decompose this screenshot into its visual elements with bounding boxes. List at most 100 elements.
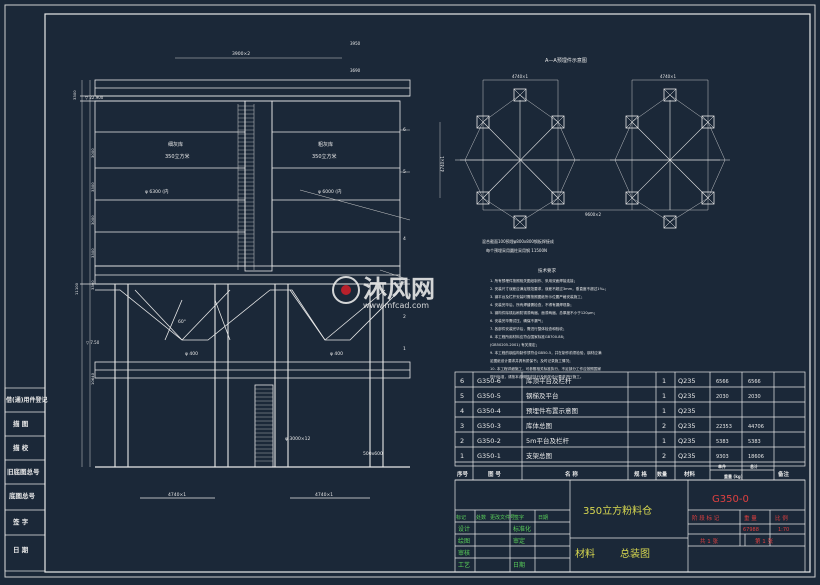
bom-qty: 1 bbox=[662, 437, 666, 445]
top-dim-3: 3690 bbox=[350, 68, 361, 73]
bom-w2: 6566 bbox=[748, 379, 761, 385]
bom-qty: 2 bbox=[662, 452, 666, 460]
sheet-number: 第 1 张 bbox=[755, 537, 773, 545]
silo-right-body bbox=[271, 100, 401, 267]
silo-elevation bbox=[80, 57, 411, 499]
sign-header: 更改文件号 bbox=[490, 514, 515, 521]
tech-note-line: 1. 所有预埋件按照相关图纸制作、采用双面焊接连接； bbox=[490, 278, 577, 283]
bom-header-weight: 重量 (kg) bbox=[724, 473, 743, 479]
bom-code: G350-2 bbox=[477, 437, 501, 445]
pipe-dim: φ 3000×12 bbox=[285, 436, 310, 442]
drawing-number: G350-0 bbox=[712, 494, 749, 505]
bom-w1: 2030 bbox=[716, 394, 729, 400]
bom-qty: 1 bbox=[662, 392, 666, 400]
tech-note-line: 足图纸设计要求并具有质保书；及时记录施工情况； bbox=[490, 358, 573, 363]
bom-code: G350-1 bbox=[477, 452, 501, 460]
bom-w2: 5383 bbox=[748, 439, 761, 445]
silo-right-name: 粗灰库 bbox=[318, 141, 333, 148]
bom-mat: Q235 bbox=[678, 377, 696, 385]
bom-name: 5m平台及栏杆 bbox=[526, 436, 569, 445]
bom-w1: 6566 bbox=[716, 379, 729, 385]
embed-plate-cross bbox=[513, 215, 527, 229]
bom-mat: Q235 bbox=[678, 392, 696, 400]
tech-note-line: 9. 本工程的钢结构制作须符合GB50-5，并在制作前须检验，钢材应满 bbox=[490, 350, 602, 355]
bom-row: 1 G350-1 支架总图 2 Q235 9303 18606 bbox=[460, 451, 764, 460]
left-dim-7: 11100 bbox=[74, 282, 79, 295]
scale-value: 1:70 bbox=[778, 527, 789, 533]
silo-right-dia: φ 6000 (内 bbox=[318, 188, 342, 195]
bom-seq: 5 bbox=[460, 392, 464, 400]
callout-5: 5 bbox=[403, 169, 406, 175]
lower-stair bbox=[254, 384, 274, 468]
outlet-left-dia: φ 400 bbox=[185, 351, 198, 357]
level-top: ▽ 22.900 bbox=[85, 95, 104, 100]
bom-seq: 1 bbox=[460, 452, 464, 460]
bom-name: 库顶平台及栏杆 bbox=[526, 376, 572, 385]
outlet-right-dia: φ 400 bbox=[330, 351, 343, 357]
base-plate-dim: 500x600 bbox=[363, 451, 383, 457]
side-label: 描 校 bbox=[13, 443, 29, 452]
bom-w2: 2030 bbox=[748, 394, 761, 400]
bom-qty: 1 bbox=[662, 377, 666, 385]
bom-header-w2: 总计 bbox=[750, 463, 758, 469]
side-label: 描 图 bbox=[13, 419, 29, 428]
stage-label: 阶 段 标 记 bbox=[692, 514, 720, 522]
tech-note-line: 2. 安装尺寸误差应满足规范要求，误差不超过3mm，垂直度不超过1‰； bbox=[490, 286, 608, 291]
sign-label-review: 审核 bbox=[458, 549, 470, 557]
tech-note-line: 3. 钢平台及栏杆安装时需按照图纸所示位置严格安装施工； bbox=[490, 294, 584, 299]
title-block: 标记 处数 更改文件号 签字 日期 设计 标准化 绘图 审定 审核 工艺 日期 … bbox=[454, 479, 806, 573]
bom-mat: Q235 bbox=[678, 452, 696, 460]
silo-left-body bbox=[94, 100, 246, 267]
bom-name: 钢梯及平台 bbox=[526, 391, 559, 400]
silo-left-volume: 350立方米 bbox=[165, 153, 190, 160]
bom-header-qty: 数量 bbox=[657, 471, 667, 478]
bom-header-mat: 材料 bbox=[684, 470, 696, 478]
sign-label-process: 工艺 bbox=[458, 561, 470, 569]
silo-left-dia: φ 6300 (内 bbox=[145, 188, 169, 195]
silo-right-volume: 350立方米 bbox=[312, 153, 337, 160]
bom-code: G350-5 bbox=[477, 392, 501, 400]
watermark-text: 沐风网 bbox=[363, 275, 435, 303]
hopper-angle: 60° bbox=[178, 319, 186, 325]
bom-w1: 5383 bbox=[716, 439, 729, 445]
bom-table: 6 G350-6 库顶平台及栏杆 1 Q235 6566 6566 5 G350… bbox=[454, 371, 806, 481]
side-table: 借(通)用件登记 描 图 描 校 旧底图总号 底图总号 签 字 日 期 bbox=[4, 387, 48, 572]
sign-header: 处数 bbox=[476, 514, 486, 521]
bom-row: 4 G350-4 预埋件布置示意图 1 Q235 bbox=[460, 406, 696, 415]
bom-code: G350-3 bbox=[477, 422, 501, 430]
sign-header: 日期 bbox=[538, 515, 548, 521]
top-dim-2: 3950 bbox=[350, 41, 361, 46]
side-label: 日 期 bbox=[13, 545, 29, 554]
tech-note-line: 7. 各部件安装完毕后，需进行整体检查和验收； bbox=[490, 326, 566, 331]
weight-value: 67988 bbox=[743, 527, 759, 533]
bom-header-w1: 单件 bbox=[718, 463, 726, 469]
drawing-title: 350立方粉料仓 bbox=[583, 504, 652, 517]
bom-header-code: 图 号 bbox=[488, 470, 501, 478]
sign-label-approve: 审定 bbox=[513, 537, 525, 545]
bom-name: 支架总图 bbox=[526, 451, 552, 460]
bom-code: G350-6 bbox=[477, 377, 501, 385]
embed-plan: A—A预埋件示意图 4740×1 4740×1 4740×1 9600×2 混合… bbox=[439, 57, 730, 253]
bom-mat: Q235 bbox=[678, 407, 696, 415]
sign-label-design: 设计 bbox=[458, 525, 470, 533]
embed-dim-side: 4740×1 bbox=[440, 155, 445, 172]
embed-plate-cross bbox=[663, 215, 677, 229]
bom-w2: 44706 bbox=[748, 424, 764, 430]
bom-qty: 2 bbox=[662, 422, 666, 430]
bom-header-note: 备注 bbox=[777, 470, 790, 478]
side-label: 借(通)用件登记 bbox=[5, 396, 48, 404]
bom-seq: 3 bbox=[460, 422, 464, 430]
level-lower: ▽ 7.50 bbox=[86, 340, 100, 345]
bom-row: 5 G350-5 钢梯及平台 1 Q235 2030 2030 bbox=[460, 391, 761, 400]
drawing-name: 总装图 bbox=[620, 547, 650, 560]
left-dim-4: 3000 bbox=[90, 215, 95, 225]
tech-note-line: 8. 本工程所用材料应符合国家标准GB700-88； bbox=[490, 334, 566, 339]
base-dim-right: 4740×1 bbox=[315, 492, 333, 498]
tech-note-line: (GB50205-2001) 有关规定； bbox=[490, 342, 539, 347]
watermark-url: www.mfcad.com bbox=[363, 301, 429, 310]
left-dim-1: 3300 bbox=[72, 90, 77, 100]
tech-note-line: 6. 安装完毕需试压，确保不漏气； bbox=[490, 318, 545, 323]
embed-dim-top-left: 4740×1 bbox=[512, 74, 529, 79]
scale-label: 比 例 bbox=[775, 514, 788, 522]
sign-label-date: 日期 bbox=[513, 561, 525, 569]
